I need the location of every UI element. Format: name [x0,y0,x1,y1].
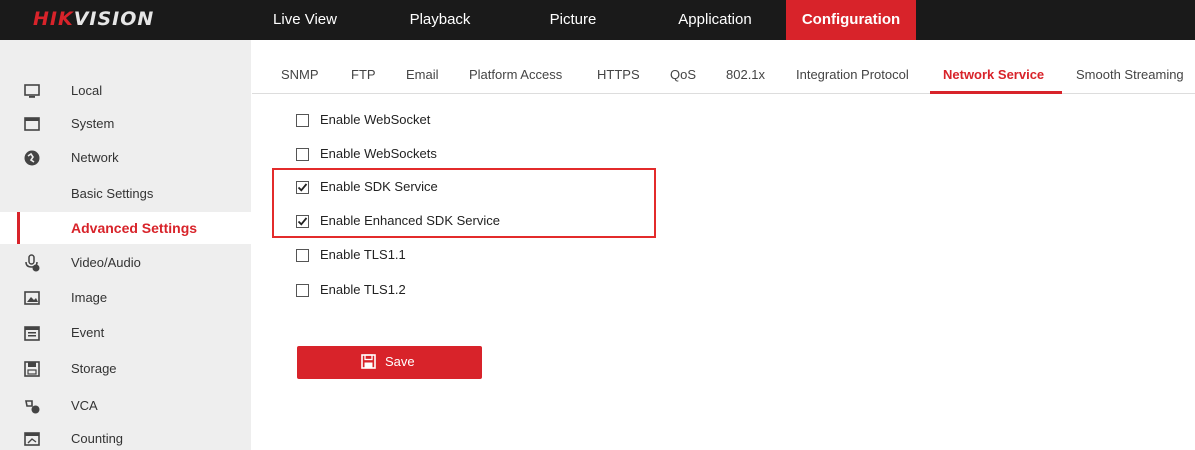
sidebar-item-network[interactable]: Network [0,140,251,176]
sdk-options-highlight-box [272,168,656,238]
sidebar-item-label: VCA [71,398,98,413]
tab-network-service[interactable]: Network Service [943,67,1044,82]
tab-802-1x[interactable]: 802.1x [726,67,765,82]
sidebar-item-label: Local [71,83,103,98]
calendar-icon [24,326,40,341]
sidebar-item-label: Basic Settings [71,186,154,201]
monitor-icon [24,84,40,98]
sidebar-item-local[interactable]: Local [0,73,251,109]
nav-application[interactable]: Application [665,0,765,40]
checkbox-enable-tls1-2[interactable] [296,284,309,297]
sidebar-item-vca[interactable]: VCA [0,388,251,424]
tab-ftp[interactable]: FTP [351,67,376,82]
sidebar-item-advanced-settings[interactable]: Advanced Settings [0,212,251,244]
tab-integration-protocol[interactable]: Integration Protocol [796,67,909,82]
tab-https[interactable]: HTTPS [597,67,640,82]
nav-live-view[interactable]: Live View [270,0,340,40]
top-navigation-bar: HIKVISION Live View Playback Picture App… [0,0,1195,40]
settings-tabs: SNMP FTP Email Platform Access HTTPS QoS… [252,58,1195,94]
tab-snmp[interactable]: SNMP [281,67,319,82]
sidebar-item-label: Image [71,290,108,305]
logo-hik: HIK [33,8,74,30]
tab-smooth-streaming[interactable]: Smooth Streaming [1076,67,1184,82]
disk-icon [24,361,40,377]
floppy-disk-icon [361,354,376,369]
checkbox-enable-websocket[interactable] [296,114,309,127]
network-icon [24,150,40,166]
sidebar-item-system[interactable]: System [0,106,251,142]
nav-picture[interactable]: Picture [538,0,608,40]
checkbox-enable-websockets[interactable] [296,148,309,161]
sidebar-item-label: Video/Audio [71,255,141,270]
sidebar-item-label: Event [71,325,105,340]
option-label: Enable WebSockets [320,146,437,161]
checkbox-enable-tls1-1[interactable] [296,249,309,262]
sidebar-item-label: Network [71,150,119,165]
vca-icon [25,400,40,414]
sidebar-item-image[interactable]: Image [0,280,251,316]
tab-qos[interactable]: QoS [670,67,696,82]
sidebar-item-label: System [71,116,115,131]
sidebar: Local System Network Basic Settings Adva… [0,40,251,450]
sidebar-item-storage[interactable]: Storage [0,351,251,387]
sidebar-item-counting[interactable]: Counting [0,421,251,450]
microphone-icon [25,254,40,272]
image-icon [24,291,40,305]
hikvision-logo: HIKVISION [33,8,154,30]
tab-platform-access[interactable]: Platform Access [469,67,562,82]
counting-icon [24,432,40,446]
sidebar-item-basic-settings[interactable]: Basic Settings [0,178,251,210]
sidebar-item-label: Storage [71,361,117,376]
nav-playback[interactable]: Playback [400,0,480,40]
logo-vision: VISION [73,8,155,30]
save-button[interactable]: Save [297,346,482,379]
sidebar-item-video-audio[interactable]: Video/Audio [0,245,251,281]
active-indicator [17,212,20,244]
option-label: Enable TLS1.1 [320,247,406,262]
sidebar-item-label: Advanced Settings [71,220,198,236]
sidebar-item-event[interactable]: Event [0,315,251,351]
nav-configuration[interactable]: Configuration [786,0,916,40]
active-tab-underline [930,91,1062,94]
option-label: Enable TLS1.2 [320,282,406,297]
option-label: Enable WebSocket [320,112,431,127]
tab-email[interactable]: Email [406,67,439,82]
system-icon [24,117,40,131]
save-button-label: Save [385,354,415,369]
sidebar-item-label: Counting [71,431,124,446]
